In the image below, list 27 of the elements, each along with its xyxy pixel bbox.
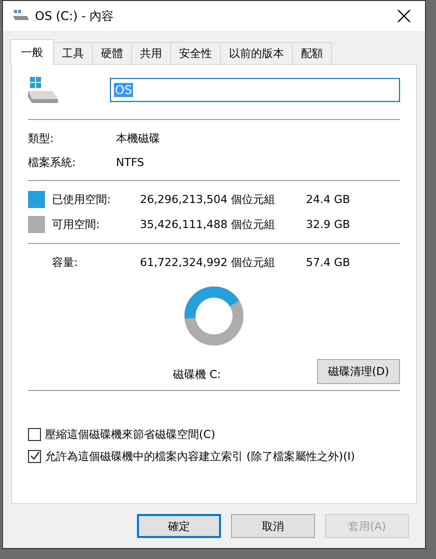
dialog-button[interactable]: 確定: [137, 514, 221, 538]
disk-cleanup-button[interactable]: 磁碟清理(D): [316, 359, 400, 384]
space-label: 可用空間:: [51, 217, 101, 232]
dialog-button[interactable]: 取消: [231, 514, 315, 538]
checkbox-label: 允許為這個磁碟機中的檔案內容建立索引 (除了檔案屬性之外)(I): [45, 448, 355, 464]
checkbox[interactable]: [28, 450, 41, 462]
size-value: 32.9 GB: [306, 218, 352, 231]
info-label: 類型:: [28, 130, 55, 146]
drive-icon: [13, 10, 29, 22]
info-value: NTFS: [116, 156, 146, 168]
tab[interactable]: 配額: [292, 42, 332, 64]
byte-count: 35,426,111,488 個位元組: [140, 217, 276, 232]
space-label: 已使用空間:: [51, 192, 112, 207]
usage-donut: [184, 286, 244, 346]
byte-count: 26,296,213,504 個位元組: [140, 192, 276, 207]
drive-icon: [28, 77, 58, 103]
tab[interactable]: 一般: [10, 39, 54, 65]
checkbox-label: 壓縮這個磁碟機來節省磁碟空間(C): [45, 426, 216, 442]
window-title: OS (C:) - 內容: [35, 8, 115, 24]
drive-label: 磁碟機 C:: [173, 367, 221, 382]
capacity-label: 容量:: [51, 255, 79, 270]
size-value: 57.4 GB: [306, 256, 352, 269]
checkbox[interactable]: [28, 428, 41, 440]
info-label: 檔案系統:: [28, 154, 77, 170]
size-value: 24.4 GB: [306, 193, 352, 206]
byte-count: 61,722,324,992 個位元組: [140, 255, 276, 270]
info-value: 本機磁碟: [116, 130, 161, 146]
